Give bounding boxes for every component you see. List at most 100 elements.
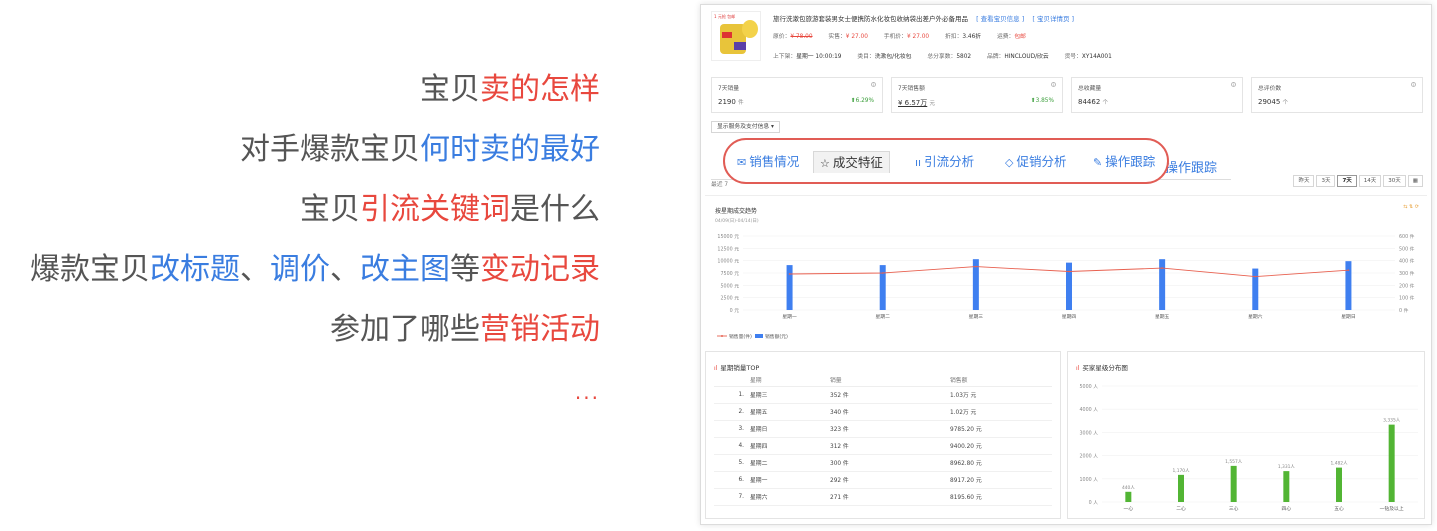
info-icon[interactable]: i (871, 82, 876, 87)
table-cell: 星期三 (750, 386, 830, 404)
bottom-section: ıl 星期销量TOP 星期 销量 销售额 1. 星期三 352 件 1.03万 元 2. 星… (705, 351, 1427, 521)
x-tick-label: 星期二 (876, 314, 891, 320)
bag-image-part (734, 42, 746, 50)
feature-segment: 参加了哪些 (330, 312, 480, 347)
feature-segment: 爆款宝贝 (30, 252, 150, 287)
table-cell: 星期日 (750, 420, 830, 438)
y-tick-label: 0 人 (1089, 500, 1099, 506)
stat-unit: 元 (929, 101, 936, 107)
stat-card-7day-revenue: 7天销售额 i ¥ 6.57万 元 ⬆3.85% (891, 77, 1063, 113)
tab-traffic-analysis[interactable]: ıı 引流分析 (909, 151, 980, 173)
sku-label: 货号： (1064, 54, 1082, 60)
recent-label: 最近 7 (711, 182, 729, 188)
left-tick-label: 0 元 (730, 308, 740, 314)
left-tick-label: 2500 元 (720, 296, 739, 302)
shipping-label: 运费： (996, 34, 1015, 40)
bar-data-label: 3,335人 (1383, 418, 1401, 424)
tab-transaction-features[interactable]: ☆ 成交特征 (813, 151, 890, 173)
table-cell: 星期二 (750, 454, 830, 472)
revenue-bar (879, 265, 886, 310)
table-cell: 1.03万 元 (950, 386, 1052, 404)
range-3days[interactable]: 3天 (1316, 175, 1336, 187)
orig-price: 原价：¥ 78.00 (773, 34, 813, 40)
service-info-dropdown[interactable]: 显示服务及支付信息 ▾ (711, 121, 780, 133)
discount-label: 折扣： (944, 34, 963, 40)
table-cell: 星期一 (750, 471, 830, 489)
range-yesterday[interactable]: 昨天 (1293, 175, 1315, 187)
weekly-trend-svg: 0 元 2500 元 5000 元 7500 元 10000 元 12500 元 15000… (717, 233, 1415, 340)
bar-chart-icon: ıl (1076, 365, 1080, 372)
chart-toolbox-icon[interactable]: ⇆ ⇅ ⟳ (1403, 204, 1419, 210)
weekday-top-box: ıl 星期销量TOP 星期 销量 销售额 1. 星期三 352 件 1.03万 元 2. 星… (705, 351, 1061, 519)
buyer-level-bar (1283, 471, 1290, 502)
detail-page-link[interactable]: [ 宝贝详情页 ] (1032, 15, 1074, 23)
x-tick-label: 星期五 (1155, 314, 1170, 320)
feature-segment: 营销活动 (480, 312, 600, 347)
tab-label: 操作跟踪 (1105, 154, 1156, 169)
range-7days[interactable]: 7天 (1337, 175, 1357, 187)
feature-line-5: 参加了哪些营销活动 (330, 310, 600, 350)
col-rank (714, 374, 750, 387)
stat-value: ¥ 6.57万 元 (898, 98, 935, 108)
chart-title: 按星期成交趋势 (715, 208, 758, 215)
feature-line-3: 宝贝引流关键词是什么 (300, 190, 600, 230)
calendar-icon[interactable]: ▦ (1407, 175, 1423, 187)
real-price-value: ¥ 27.00 (845, 34, 868, 40)
stat-number: 29045 (1258, 98, 1281, 106)
stat-title: 总收藏量 (1078, 86, 1102, 92)
bar-chart-icon: ıl (714, 365, 718, 372)
left-tick-label: 15000 元 (717, 234, 739, 240)
range-30days[interactable]: 30天 (1383, 175, 1406, 187)
x-tick-label: 四心 (1282, 505, 1292, 512)
y-tick-label: 1000 人 (1079, 477, 1098, 483)
view-product-link[interactable]: [ 查看宝贝信息 ] (976, 15, 1024, 23)
tab-operation-track[interactable]: ✎ 操作跟踪 (1087, 151, 1161, 173)
ellipsis: ... (574, 380, 600, 404)
tab-label: 成交特征 (832, 155, 883, 170)
table-row: 3. 星期日 323 件 9785.20 元 (714, 420, 1052, 438)
right-tick-label: 100 件 (1399, 295, 1415, 302)
share-count-label: 总分享数： (927, 54, 957, 60)
table-cell: 1.02万 元 (950, 403, 1052, 421)
price-row: 原价：¥ 78.00 实售：¥ 27.00 手机价：¥ 27.00 折扣：3.4… (773, 31, 1040, 40)
feature-segment: 引流关键词 (360, 192, 510, 227)
x-tick-label: 一心 (1124, 505, 1134, 512)
range-14days[interactable]: 14天 (1358, 175, 1382, 187)
feature-list: 宝贝卖的怎样 对手爆款宝贝何时卖的最好 宝贝引流关键词是什么 爆款宝贝改标题、调… (0, 0, 600, 531)
table-cell: 323 件 (830, 420, 950, 438)
listing-time-label: 上下架： (773, 54, 797, 60)
legend-line-marker (721, 335, 723, 337)
stat-number: 84462 (1078, 98, 1101, 106)
tab-promotion-analysis[interactable]: ◇ 促销分析 (999, 151, 1072, 173)
table-cell: 9400.20 元 (950, 437, 1052, 455)
info-icon[interactable]: i (1051, 82, 1056, 87)
table-row: 2. 星期五 340 件 1.02万 元 (714, 403, 1052, 421)
right-tick-label: 600 件 (1399, 233, 1415, 240)
info-icon[interactable]: i (1411, 82, 1416, 87)
brand-value: HINCLOUD/欣云 (1004, 54, 1049, 60)
tab-label: 促销分析 (1016, 154, 1067, 169)
table-cell: 8917.20 元 (950, 471, 1052, 489)
legend-revenue-label: 销售额(元) (765, 333, 788, 340)
dist-title-text: 买家星级分布图 (1082, 364, 1128, 372)
buyer-level-bar (1388, 424, 1395, 502)
legend-bar-swatch (755, 334, 763, 338)
stat-unit: 个 (1102, 100, 1109, 106)
sales-point (788, 273, 791, 275)
feature-segment: 改主图 (360, 252, 450, 287)
product-thumbnail[interactable]: 1 元抢 包邮 (711, 11, 761, 61)
info-icon[interactable]: i (1231, 82, 1236, 87)
tab-bar-highlight: ✉ 销售情况 ☆ 成交特征 ıı 引流分析 ◇ 促销分析 ✎ 操作跟踪 (723, 138, 1169, 184)
left-tick-label: 10000 元 (717, 259, 739, 265)
stat-card-favorites: 总收藏量 i 84462 个 (1071, 77, 1243, 113)
x-tick-label: 星期三 (969, 314, 984, 320)
weekday-top-table: 星期 销量 销售额 1. 星期三 352 件 1.03万 元 2. 星期五 340 件 1.0… (714, 374, 1052, 506)
feature-segment: 宝贝 (420, 72, 480, 107)
legend-sales-label: 销售量(件) (729, 333, 752, 340)
table-cell: 星期六 (750, 488, 830, 506)
table-row: 1. 星期三 352 件 1.03万 元 (714, 386, 1052, 404)
tab-sales[interactable]: ✉ 销售情况 (731, 151, 805, 173)
weekly-trend-chart: 按星期成交趋势 04/09(日)-04/14(日) ⇆ ⇅ ⟳ 0 元 2500 … (705, 195, 1427, 350)
tab-operation-track-2[interactable]: 操作跟踪 (1165, 157, 1217, 176)
orig-price-label: 原价： (773, 34, 791, 40)
